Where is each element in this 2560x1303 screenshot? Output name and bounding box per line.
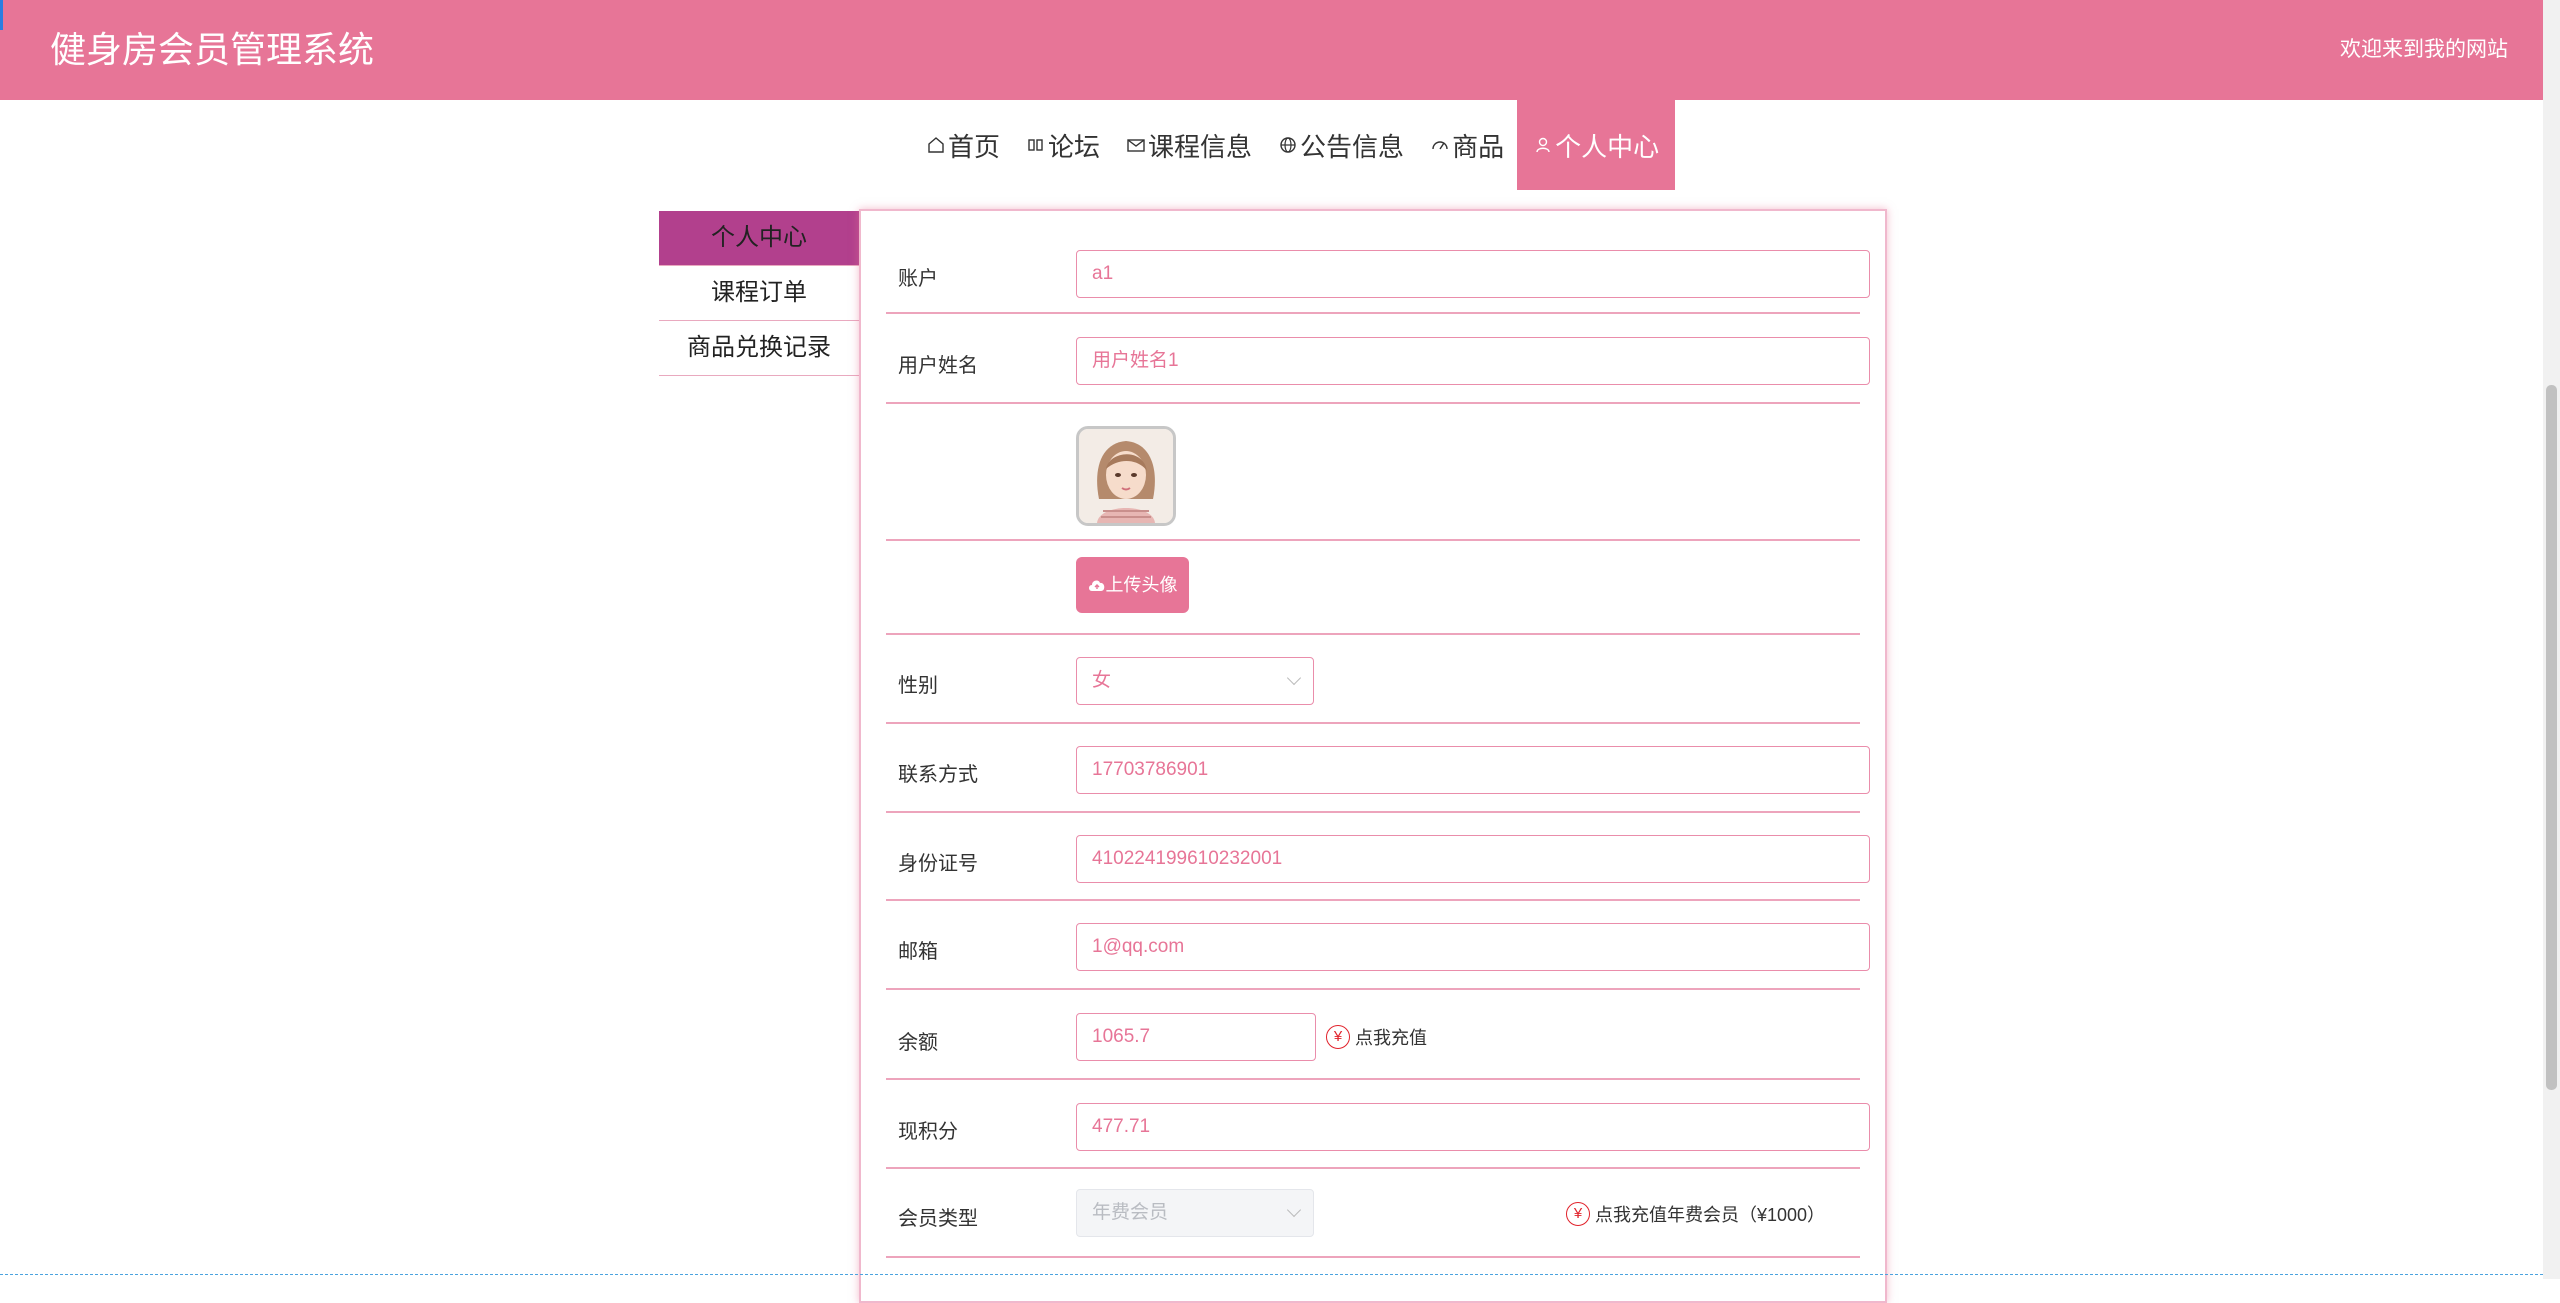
account-input[interactable]: a1	[1076, 250, 1870, 298]
yen-icon: ¥	[1566, 1202, 1590, 1226]
field-label: 身份证号	[898, 853, 978, 875]
form-row-id-card: 身份证号 410224199610232001	[886, 811, 1870, 901]
main-nav: 首页 论坛 课程信息 公告信息 商品 个人中心	[913, 100, 1676, 190]
yen-icon: ¥	[1326, 1025, 1350, 1049]
field-label: 会员类型	[898, 1208, 978, 1230]
welcome-text: 欢迎来到我的网站	[2340, 38, 2508, 61]
dashboard-icon	[1432, 141, 1448, 150]
name-input[interactable]: 用户姓名1	[1076, 337, 1870, 385]
id-card-input[interactable]: 410224199610232001	[1076, 835, 1870, 883]
upload-avatar-label: 上传头像	[1105, 575, 1178, 595]
profile-form-panel: 账户 a1 用户姓名 用户姓名1 上传头像 性别 女 联系方式 17703786…	[859, 209, 1887, 1303]
form-row-member-type: 会员类型 年费会员 ¥ 点我充值年费会员（¥1000）	[886, 1167, 1860, 1258]
form-row-name: 用户姓名 用户姓名1	[886, 312, 1870, 404]
sidebar-item-exchange-records[interactable]: 商品兑换记录	[659, 321, 859, 376]
form-row-account: 账户 a1	[886, 211, 1870, 314]
scrollbar-thumb[interactable]	[2546, 385, 2557, 1090]
site-title: 健身房会员管理系统	[50, 29, 375, 70]
chevron-down-icon	[1286, 1202, 1302, 1218]
field-label: 余额	[898, 1032, 938, 1054]
nav-item-label: 公告信息	[1300, 131, 1405, 162]
nav-item-notices[interactable]: 公告信息	[1265, 100, 1417, 190]
nav-item-label: 商品	[1452, 131, 1505, 162]
side-menu: 个人中心 课程订单 商品兑换记录	[659, 211, 859, 376]
form-row-points: 现积分 477.71	[886, 1078, 1870, 1169]
avatar-image	[1079, 429, 1173, 523]
recharge-label: 点我充值	[1355, 1028, 1427, 1048]
chevron-down-icon	[1286, 670, 1302, 686]
annual-membership-recharge-link[interactable]: ¥ 点我充值年费会员（¥1000）	[1566, 1201, 1825, 1227]
sidebar-item-profile[interactable]: 个人中心	[659, 211, 859, 266]
field-label: 账户	[898, 268, 938, 290]
nav-item-home[interactable]: 首页	[913, 100, 1013, 190]
sidebar-item-course-orders[interactable]: 课程订单	[659, 266, 859, 321]
upload-avatar-button[interactable]: 上传头像	[1076, 557, 1189, 613]
member-type-select: 年费会员	[1076, 1189, 1314, 1237]
phone-input[interactable]: 17703786901	[1076, 746, 1870, 794]
nav-item-courses[interactable]: 课程信息	[1113, 100, 1265, 190]
nav-item-profile[interactable]: 个人中心	[1517, 100, 1676, 190]
nav-item-label: 论坛	[1048, 131, 1101, 162]
corner-marker	[0, 0, 3, 30]
cloud-upload-icon	[1088, 580, 1104, 591]
home-icon	[928, 137, 944, 153]
field-label: 现积分	[898, 1121, 958, 1143]
field-label: 性别	[898, 675, 938, 697]
form-row-email: 邮箱 1@qq.com	[886, 899, 1870, 990]
forum-icon	[1028, 139, 1043, 151]
field-label: 用户姓名	[898, 355, 978, 377]
member-type-value: 年费会员	[1092, 1202, 1169, 1223]
form-row-phone: 联系方式 17703786901	[886, 722, 1870, 813]
form-row-avatar	[886, 402, 1860, 541]
annual-recharge-label: 点我充值年费会员（¥1000）	[1595, 1205, 1826, 1225]
form-row-upload: 上传头像	[886, 539, 1860, 635]
avatar	[1076, 426, 1176, 526]
gender-select-value: 女	[1092, 670, 1112, 691]
points-input[interactable]: 477.71	[1076, 1103, 1870, 1151]
mail-icon	[1127, 139, 1145, 152]
field-label: 邮箱	[898, 941, 938, 963]
nav-item-forum[interactable]: 论坛	[1013, 100, 1113, 190]
gender-select[interactable]: 女	[1076, 657, 1314, 705]
email-input[interactable]: 1@qq.com	[1076, 923, 1870, 971]
viewport-guide-line	[0, 1274, 2543, 1275]
nav-item-label: 课程信息	[1148, 131, 1253, 162]
nav-item-label: 个人中心	[1555, 131, 1660, 162]
nav-item-products[interactable]: 商品	[1417, 100, 1517, 190]
field-label: 联系方式	[898, 764, 978, 786]
globe-icon	[1280, 137, 1296, 153]
recharge-link[interactable]: ¥ 点我充值	[1326, 1024, 1427, 1050]
form-row-gender: 性别 女	[886, 633, 1860, 724]
nav-item-label: 首页	[948, 131, 1001, 162]
form-row-balance: 余额 1065.7 ¥ 点我充值	[886, 988, 1860, 1080]
header-bar: 健身房会员管理系统 欢迎来到我的网站	[0, 0, 2543, 100]
user-icon	[1536, 137, 1550, 153]
balance-input[interactable]: 1065.7	[1076, 1013, 1316, 1061]
